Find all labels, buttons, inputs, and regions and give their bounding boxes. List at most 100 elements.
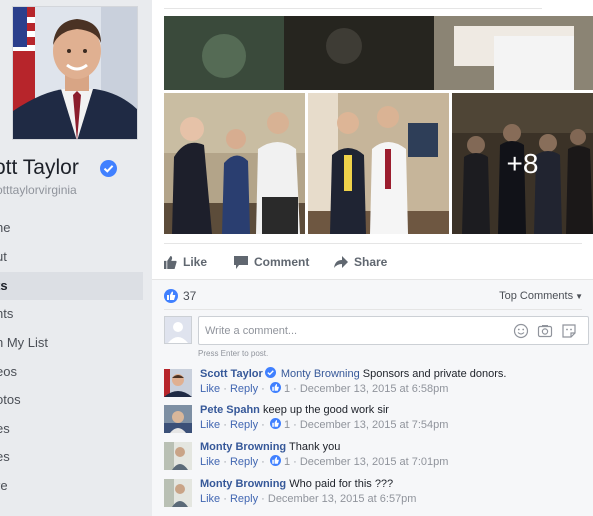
- comments-divider: [164, 309, 582, 310]
- sidebar-item-label: nts: [0, 306, 14, 321]
- comment-reaction-count[interactable]: 1: [284, 419, 290, 431]
- sidebar-item-label: ne: [0, 220, 11, 235]
- profile-handle-text: otttaylorvirginia: [0, 183, 77, 197]
- commenter-avatar[interactable]: [164, 405, 192, 433]
- like-reaction-icon: [269, 382, 281, 393]
- comment-timestamp[interactable]: December 13, 2015 at 7:01pm: [300, 456, 449, 468]
- comment-button[interactable]: Comment: [234, 253, 309, 271]
- comment-text: keep up the good work sir: [262, 404, 389, 416]
- post-photo-1[interactable]: [164, 93, 305, 234]
- comment-like-link[interactable]: Like: [200, 493, 220, 505]
- sidebar-item-label: otos: [0, 392, 21, 407]
- commenter-avatar[interactable]: [164, 442, 192, 470]
- comment-composer: [198, 316, 589, 345]
- sidebar-item-videos[interactable]: eos: [0, 358, 143, 386]
- comment-author[interactable]: Pete Spahn: [200, 404, 260, 416]
- sidebar-item-label: re: [0, 478, 8, 493]
- comment-like-link[interactable]: Like: [200, 419, 220, 431]
- share-arrow-icon: [334, 255, 348, 269]
- comment-mention[interactable]: Monty Browning: [281, 368, 360, 380]
- comment-reaction-count[interactable]: 1: [284, 383, 290, 395]
- sidebar-item-on-my-list[interactable]: n My List: [0, 329, 143, 357]
- comment-author[interactable]: Monty Browning: [200, 478, 286, 490]
- comment-button-label: Comment: [254, 255, 310, 269]
- like-reaction-icon: [269, 455, 281, 466]
- comment-text: Sponsors and private donors.: [362, 368, 507, 380]
- camera-icon[interactable]: [537, 323, 553, 339]
- comment-body: Pete Spahn keep up the good work sir Lik…: [200, 403, 584, 433]
- comment-text: Who paid for this ???: [289, 478, 394, 490]
- comment-item: Pete Spahn keep up the good work sir Lik…: [164, 403, 584, 435]
- actions-divider: [164, 243, 582, 244]
- comment-reply-link[interactable]: Reply: [230, 383, 258, 395]
- sidebar-item-label: ut: [0, 249, 7, 264]
- profile-photo-image: [13, 7, 137, 139]
- commenter-avatar[interactable]: [164, 479, 192, 507]
- caret-down-icon: ▼: [575, 292, 583, 301]
- comment-body: Monty Browning Who paid for this ??? Lik…: [200, 477, 584, 507]
- comment-body: Scott Taylor Monty Browning Sponsors and…: [200, 367, 584, 397]
- comment-timestamp[interactable]: December 13, 2015 at 6:57pm: [268, 493, 417, 505]
- current-user-avatar: [164, 316, 192, 344]
- sidebar-item-photos[interactable]: otos: [0, 386, 143, 414]
- like-button-label: Like: [183, 255, 208, 269]
- comment-sort-dropdown[interactable]: Top Comments ▼: [499, 290, 583, 302]
- comment-item: Scott Taylor Monty Browning Sponsors and…: [164, 367, 584, 399]
- like-reaction-icon: [164, 289, 178, 303]
- profile-name-text: ott Taylor: [0, 156, 79, 179]
- post-card: +8 Like Comment Share 37 Top Comments▼: [152, 0, 593, 516]
- post-header-divider: [164, 0, 542, 9]
- verified-badge-icon: [264, 367, 276, 378]
- sidebar-item-about[interactable]: ut: [0, 243, 143, 271]
- emoji-icon[interactable]: [513, 323, 529, 339]
- sidebar-item-events[interactable]: nts: [0, 300, 143, 328]
- verified-badge-icon: [100, 160, 117, 177]
- comment-item: Monty Browning Who paid for this ??? Lik…: [164, 477, 584, 509]
- sidebar-item-notes[interactable]: es: [0, 443, 143, 471]
- sidebar-item-likes[interactable]: es: [0, 415, 143, 443]
- comment-meta: Like · Reply · 1 · December 13, 2015 at …: [200, 382, 449, 395]
- post-photo-large[interactable]: [164, 16, 593, 90]
- more-photos-overlay[interactable]: +8: [452, 93, 593, 234]
- sidebar-item-label: es: [0, 421, 10, 436]
- comment-body: Monty Browning Thank you Like · Reply · …: [200, 440, 584, 470]
- comment-like-link[interactable]: Like: [200, 383, 220, 395]
- comment-bubble-icon: [234, 255, 248, 269]
- profile-sidebar: ott Taylor otttaylorvirginia ne ut ts nt…: [0, 0, 152, 515]
- sidebar-item-posts[interactable]: ts: [0, 272, 143, 300]
- comment-meta: Like · Reply · 1 · December 13, 2015 at …: [200, 455, 449, 468]
- comment-timestamp[interactable]: December 13, 2015 at 7:54pm: [300, 419, 449, 431]
- comment-meta: Like · Reply · 1 · December 13, 2015 at …: [200, 418, 449, 431]
- commenter-avatar[interactable]: [164, 369, 192, 397]
- sidebar-item-label: eos: [0, 364, 17, 379]
- comment-meta: Like · Reply · December 13, 2015 at 6:57…: [200, 493, 417, 505]
- comments-section: 37 Top Comments▼ Press Enter to post.: [152, 279, 593, 516]
- comment-item: Monty Browning Thank you Like · Reply · …: [164, 440, 584, 472]
- share-button[interactable]: Share: [334, 253, 387, 271]
- like-button[interactable]: Like: [164, 253, 207, 271]
- post-photo-2[interactable]: [308, 93, 449, 234]
- comment-author[interactable]: Scott Taylor: [200, 368, 263, 380]
- comment-like-link[interactable]: Like: [200, 456, 220, 468]
- press-enter-hint: Press Enter to post.: [198, 349, 269, 358]
- sticker-icon[interactable]: [561, 323, 577, 339]
- comment-reaction-count[interactable]: 1: [284, 456, 290, 468]
- comment-input[interactable]: [205, 323, 495, 339]
- comment-author[interactable]: Monty Browning: [200, 441, 286, 453]
- profile-name[interactable]: ott Taylor: [0, 156, 152, 182]
- thumbs-up-icon: [164, 255, 177, 269]
- sidebar-item-label: es: [0, 449, 10, 464]
- comment-text: Thank you: [289, 441, 341, 453]
- comment-reply-link[interactable]: Reply: [230, 419, 258, 431]
- sidebar-item-more[interactable]: re: [0, 472, 143, 500]
- comment-reply-link[interactable]: Reply: [230, 456, 258, 468]
- sidebar-item-label: ts: [0, 278, 8, 293]
- comment-timestamp[interactable]: December 13, 2015 at 6:58pm: [300, 383, 449, 395]
- comment-reply-link[interactable]: Reply: [230, 493, 258, 505]
- reaction-summary[interactable]: 37: [164, 289, 196, 303]
- profile-handle[interactable]: otttaylorvirginia: [0, 183, 152, 197]
- profile-photo[interactable]: [12, 6, 138, 140]
- more-photos-count: +8: [506, 147, 539, 179]
- share-button-label: Share: [354, 255, 388, 269]
- sidebar-item-home[interactable]: ne: [0, 214, 143, 242]
